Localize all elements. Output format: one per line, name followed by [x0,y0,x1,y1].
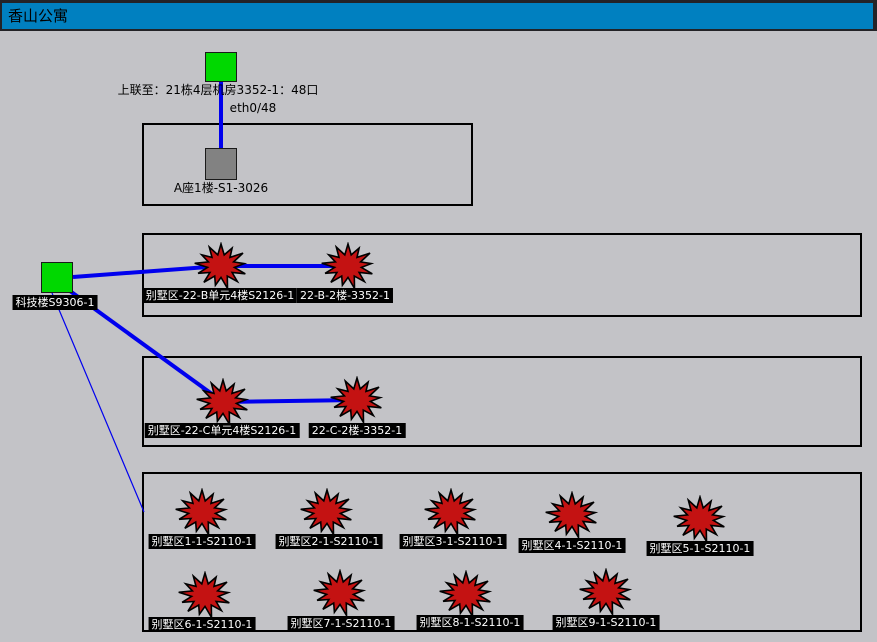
node-label-a-block-switch: A座1楼-S1-3026 [174,182,268,195]
node-label-villa-22b-unit4: 别墅区-22-B单元4楼S2126-1 [143,288,297,303]
node-label-villa-1-1: 别墅区1-1-S2110-1 [149,534,256,549]
alarm-starburst-icon [578,568,634,616]
node-label-villa-22c-2f: 22-C-2楼-3352-1 [309,423,406,438]
alarm-starburst-icon [193,242,249,290]
node-villa-22b-unit4[interactable] [193,242,249,290]
alarm-starburst-icon [177,571,233,619]
node-villa-6-1[interactable] [177,571,233,619]
node-label-villa-22b-2f: 22-B-2楼-3352-1 [297,288,393,303]
alarm-starburst-icon [438,570,494,618]
node-villa-2-1[interactable] [299,488,355,536]
alarm-starburst-icon [423,488,479,536]
node-villa-22c-2f[interactable] [329,376,385,424]
node-label-uplink-switch: 上联至：21栋4层机房3352-1：48口 [118,84,319,97]
node-label-villa-8-1: 别墅区8-1-S2110-1 [417,615,524,630]
title-bar: 香山公寓 [0,0,877,31]
alarm-starburst-icon [320,242,376,290]
node-villa-5-1[interactable] [672,495,728,543]
alarm-starburst-icon [195,378,251,426]
window-title: 香山公寓 [8,7,68,25]
node-villa-1-1[interactable] [174,488,230,536]
topology-canvas: 上联至：21栋4层机房3352-1：48口 A座1楼-S1-3026 科技楼S930… [0,0,877,642]
node-villa-22b-2f[interactable] [320,242,376,290]
node-label-villa-22c-unit4: 别墅区-22-C单元4楼S2126-1 [145,423,300,438]
node-label-villa-9-1: 别墅区9-1-S2110-1 [553,615,660,630]
node-label-villa-3-1: 别墅区3-1-S2110-1 [400,534,507,549]
node-label-villa-4-1: 别墅区4-1-S2110-1 [519,538,626,553]
node-villa-22c-unit4[interactable] [195,378,251,426]
node-label-villa-2-1: 别墅区2-1-S2110-1 [276,534,383,549]
node-villa-3-1[interactable] [423,488,479,536]
node-villa-9-1[interactable] [578,568,634,616]
node-villa-8-1[interactable] [438,570,494,618]
alarm-starburst-icon [329,376,385,424]
box-villa-22b [142,233,862,317]
node-label-villa-7-1: 别墅区7-1-S2110-1 [288,616,395,631]
link-tech-to-villa-area[interactable] [52,293,144,512]
node-label-tech-building-switch: 科技楼S9306-1 [13,295,98,310]
node-a-block-switch[interactable] [205,148,237,180]
alarm-starburst-icon [672,495,728,543]
title-bar-fill: 香山公寓 [2,3,873,29]
node-villa-4-1[interactable] [544,491,600,539]
node-label-villa-5-1: 别墅区5-1-S2110-1 [647,541,754,556]
node-tech-building-switch[interactable] [41,262,73,293]
alarm-starburst-icon [312,569,368,617]
alarm-starburst-icon [174,488,230,536]
switch-ok-icon [205,52,237,82]
node-villa-7-1[interactable] [312,569,368,617]
alarm-starburst-icon [544,491,600,539]
node-uplink-switch[interactable] [205,52,237,82]
alarm-starburst-icon [299,488,355,536]
box-villa-area [142,472,862,632]
switch-unknown-icon [205,148,237,180]
node-label-villa-6-1: 别墅区6-1-S2110-1 [149,617,256,632]
switch-ok-icon [41,262,73,293]
port-label-eth0-48: eth0/48 [230,102,277,115]
